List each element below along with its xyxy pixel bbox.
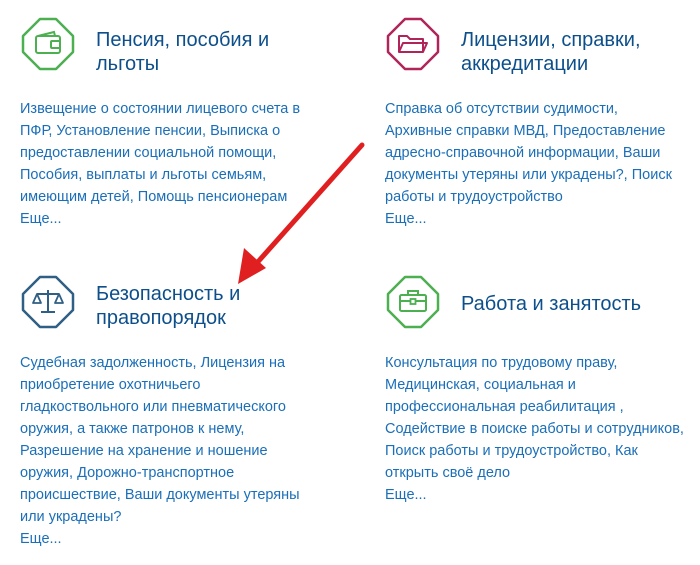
category-title[interactable]: Работа и занятость [461,292,641,316]
briefcase-icon[interactable] [385,274,441,330]
more-link[interactable]: Еще... [385,484,695,506]
category-links[interactable]: Судебная задолженность, Лицензия на прио… [20,352,340,550]
more-link[interactable]: Еще... [20,528,340,550]
category-links[interactable]: Справка об отсутствии судимости, Архивны… [385,98,695,230]
category-title[interactable]: Пенсия, пособия и льготы [96,28,269,76]
folder-icon[interactable] [385,16,441,72]
scales-icon[interactable] [20,274,76,330]
category-title[interactable]: Лицензии, справки, аккредитации [461,28,641,76]
wallet-icon[interactable] [20,16,76,72]
category-links[interactable]: Консультация по трудовому праву, Медицин… [385,352,695,506]
more-link[interactable]: Еще... [20,208,340,230]
category-title[interactable]: Безопасность и правопорядок [96,282,240,330]
category-links[interactable]: Извещение о состоянии лицевого счета в П… [20,98,340,230]
more-link[interactable]: Еще... [385,208,695,230]
